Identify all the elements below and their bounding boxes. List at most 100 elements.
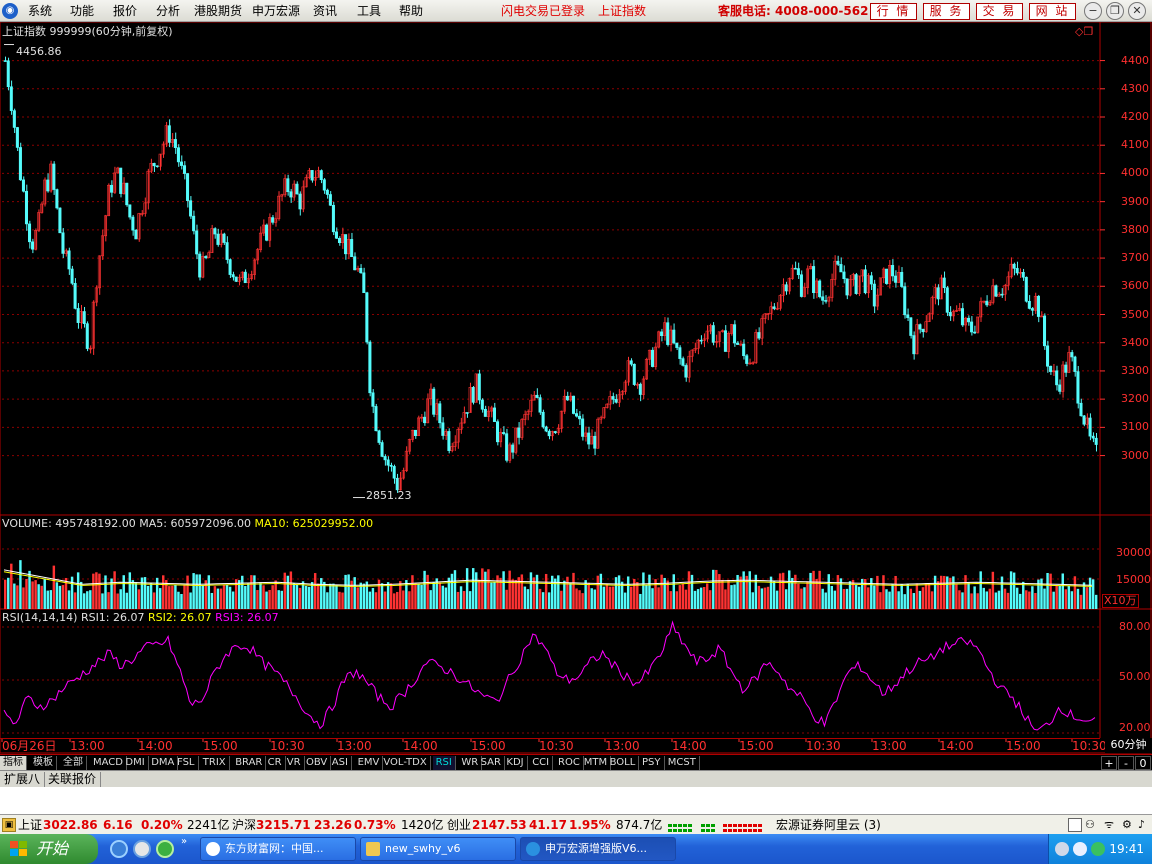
- task-folder[interactable]: new_swhy_v6: [360, 837, 516, 861]
- volume-ma5-line: [3, 569, 1092, 586]
- expand-chart-icon[interactable]: ◇❐: [1075, 25, 1093, 39]
- rsi-tick-80: 80.00: [1119, 620, 1151, 633]
- tab-boll[interactable]: BOLL: [607, 756, 640, 770]
- restore-icon[interactable]: ❐: [1106, 2, 1124, 20]
- customer-hotline: 客服电话: 4008-000-562: [718, 4, 869, 18]
- tab-roc[interactable]: ROC: [555, 756, 584, 770]
- candle-body: [359, 268, 363, 274]
- volume-bar: [563, 580, 566, 609]
- browser-icon[interactable]: [133, 840, 151, 858]
- volume-bar: [478, 579, 481, 609]
- volume-bar: [368, 591, 372, 609]
- volume-bar: [903, 594, 906, 609]
- candle-body: [216, 233, 220, 245]
- candle-body: [1000, 293, 1004, 296]
- candle-body: [909, 317, 913, 336]
- volume-tick-15000: 15000: [1116, 573, 1151, 586]
- nav-trade-button[interactable]: 交 易: [976, 3, 1023, 20]
- tab-brar[interactable]: BRAR: [232, 756, 267, 770]
- ie-icon[interactable]: [110, 840, 128, 858]
- volume-bar: [684, 589, 688, 609]
- minimize-icon[interactable]: −: [1084, 2, 1102, 20]
- candle-body: [365, 292, 369, 343]
- period-selector[interactable]: 60分钟: [1105, 738, 1152, 753]
- tab-cci[interactable]: CCI: [529, 756, 554, 770]
- volume-bar: [98, 573, 101, 609]
- nav-service-button[interactable]: 服 务: [923, 3, 970, 20]
- tray-shield-icon[interactable]: [1091, 842, 1105, 856]
- tab-trix[interactable]: TRIX: [200, 756, 230, 770]
- speaker-icon[interactable]: ♪: [1138, 815, 1145, 835]
- tab-vol-tdx[interactable]: VOL-TDX: [380, 756, 431, 770]
- tab-vr[interactable]: VR: [284, 756, 305, 770]
- close-icon[interactable]: ✕: [1128, 2, 1146, 20]
- tab-dmi[interactable]: DMI: [122, 756, 149, 770]
- volume-value: VOLUME: 495748192.00: [2, 517, 136, 530]
- tab--[interactable]: 全部: [60, 756, 87, 770]
- app-quicklaunch-icon[interactable]: [156, 840, 174, 858]
- tab-psy[interactable]: PSY: [639, 756, 665, 770]
- tab-sar[interactable]: SAR: [478, 756, 505, 770]
- volume-bar: [122, 575, 125, 609]
- menu-function[interactable]: 功能: [70, 0, 94, 22]
- menu-help[interactable]: 帮助: [399, 0, 423, 22]
- volume-bar: [259, 582, 262, 609]
- expand-quicklaunch-icon[interactable]: »: [181, 836, 187, 847]
- menu-hk-futures[interactable]: 港股期货: [194, 0, 242, 22]
- tab--[interactable]: 模板: [30, 756, 57, 770]
- app-logo-icon[interactable]: ◉: [2, 3, 18, 19]
- price-tick-label: 3900: [1121, 194, 1149, 208]
- volume-bar: [1049, 573, 1052, 609]
- nav-quotes-button[interactable]: 行 情: [870, 3, 917, 20]
- volume-bar: [730, 585, 733, 609]
- volume-bar: [788, 570, 791, 609]
- settings-icon[interactable]: ⚙: [1122, 815, 1132, 835]
- tab-emv[interactable]: EMV: [355, 756, 384, 770]
- volume-bar: [508, 570, 511, 609]
- menu-swhy[interactable]: 申万宏源: [252, 0, 300, 22]
- volume-bar: [912, 593, 916, 609]
- candle-body: [492, 407, 496, 422]
- menu-news[interactable]: 资讯: [313, 0, 337, 22]
- menu-system[interactable]: 系统: [28, 0, 52, 22]
- tab-cr[interactable]: CR: [265, 756, 286, 770]
- time-tick-label: 13:00: [70, 739, 105, 753]
- volume-bar: [19, 560, 22, 609]
- menu-analysis[interactable]: 分析: [156, 0, 180, 22]
- lock-icon[interactable]: ▣: [2, 818, 16, 832]
- price-chart-canvas[interactable]: [0, 22, 1152, 754]
- task-eastmoney[interactable]: 东方财富网：中国...: [200, 837, 356, 861]
- message-icon[interactable]: ⚇: [1085, 815, 1095, 835]
- volume-bar: [113, 571, 116, 609]
- volume-bar: [526, 589, 530, 609]
- tab-extension-eight[interactable]: 扩展八: [0, 772, 46, 787]
- tab--[interactable]: 指标: [0, 756, 27, 770]
- task-swhy[interactable]: 申万宏源增强版V6...: [520, 837, 676, 861]
- volume-bar: [490, 582, 493, 609]
- volume-bar: [727, 579, 730, 609]
- volume-bar: [897, 591, 900, 609]
- candle-body: [912, 335, 916, 355]
- tab-rsi[interactable]: RSI: [432, 756, 456, 770]
- tab-related-quotes[interactable]: 关联报价: [44, 772, 102, 787]
- volume-bar: [836, 575, 840, 609]
- tab-mcst[interactable]: MCST: [665, 756, 700, 770]
- tab-control-remove[interactable]: -: [1118, 756, 1134, 770]
- tray-search-icon[interactable]: [1073, 842, 1087, 856]
- volume-bar: [465, 568, 469, 609]
- menu-tools[interactable]: 工具: [357, 0, 381, 22]
- signal-icon[interactable]: ᯤ: [1104, 815, 1114, 835]
- menu-quote[interactable]: 报价: [113, 0, 137, 22]
- tab-obv[interactable]: OBV: [303, 756, 332, 770]
- task-eastmoney-label: 东方财富网：中国...: [225, 842, 324, 855]
- tab-asi[interactable]: ASI: [329, 756, 352, 770]
- start-button[interactable]: 开始: [0, 834, 98, 864]
- tab-fsl[interactable]: FSL: [174, 756, 199, 770]
- tab-kdj[interactable]: KDJ: [503, 756, 528, 770]
- window-icon[interactable]: [1068, 818, 1082, 832]
- tab-control-reset[interactable]: 0: [1135, 756, 1151, 770]
- tray-back-icon[interactable]: [1055, 842, 1069, 856]
- nav-website-button[interactable]: 网 站: [1029, 3, 1076, 20]
- tab-control-add[interactable]: +: [1101, 756, 1117, 770]
- candle-body: [884, 268, 889, 284]
